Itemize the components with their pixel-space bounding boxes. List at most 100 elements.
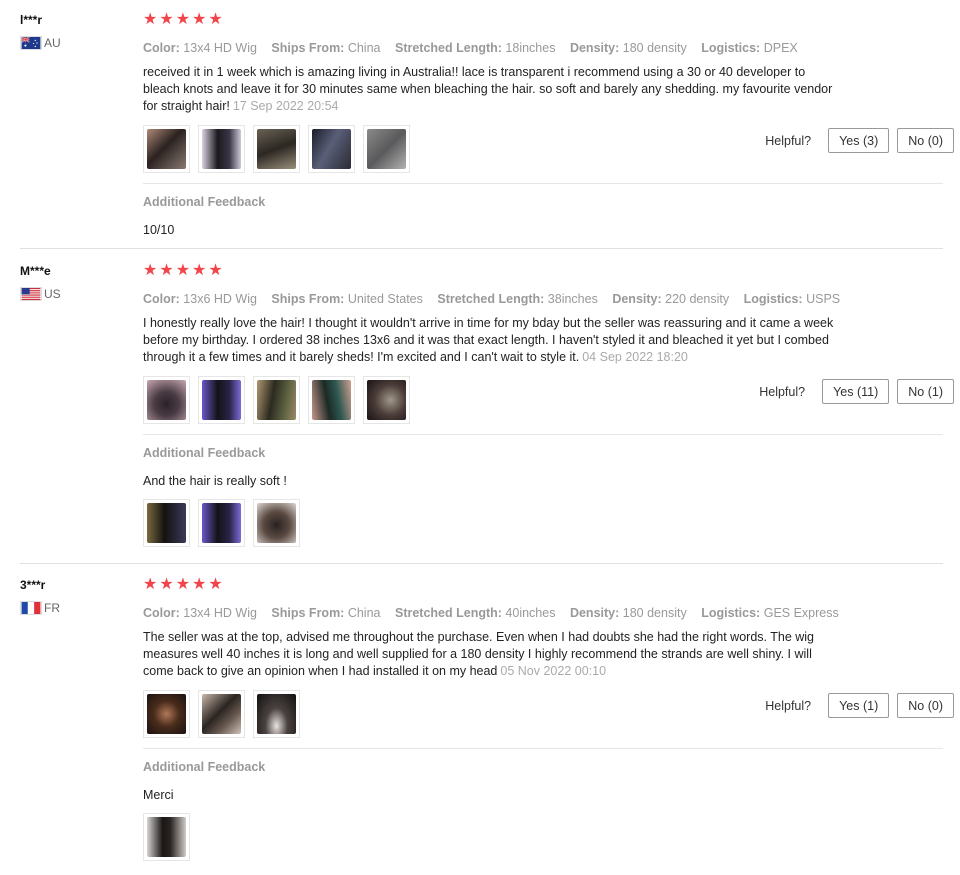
section-divider — [143, 183, 943, 184]
country-code: US — [44, 287, 61, 301]
review-photo-thumbnail[interactable] — [363, 125, 410, 173]
review-photo-thumbnail[interactable] — [253, 690, 300, 738]
review-item: l***r AU ★ ★ ★ ★ ★ Color: 13x4 HD Wig Ships … — [0, 12, 960, 248]
reviewer-name: l***r — [20, 13, 43, 27]
helpful-vote: Helpful? Yes (1) No (0) — [765, 693, 954, 718]
color-value: 13x6 HD Wig — [183, 292, 257, 306]
review-text: The seller was at the top, advised me th… — [143, 629, 843, 680]
additional-feedback-text: And the hair is really soft ! — [143, 474, 287, 488]
country-code: AU — [44, 36, 61, 50]
review-photo-thumbnail[interactable] — [143, 499, 190, 547]
star-icon: ★ — [143, 262, 158, 279]
review-date: 04 Sep 2022 18:20 — [582, 350, 688, 364]
helpful-vote: Helpful? Yes (11) No (1) — [759, 379, 954, 404]
section-divider — [143, 434, 943, 435]
product-attributes: Color: 13x4 HD Wig Ships From: China Str… — [143, 41, 943, 55]
logistics-label: Logistics: — [701, 41, 761, 55]
review-date: 05 Nov 2022 00:10 — [500, 664, 607, 678]
helpful-no-button[interactable]: No (0) — [897, 693, 954, 718]
length-value: 40inches — [505, 606, 556, 620]
product-attributes: Color: 13x4 HD Wig Ships From: China Str… — [143, 606, 943, 620]
review-item: 3***r FR ★ ★ ★ ★ ★ Color: 13x4 HD Wig Ships … — [0, 577, 960, 867]
logistics-label: Logistics: — [743, 292, 803, 306]
review-item: M***e US ★ ★ ★ ★ ★ Color: 13x6 HD Wig Ships … — [0, 263, 960, 563]
helpful-label: Helpful? — [765, 698, 812, 713]
additional-feedback-title: Additional Feedback — [143, 760, 266, 774]
review-photo-thumbnail[interactable] — [253, 125, 300, 173]
reviewer-name: 3***r — [20, 578, 46, 592]
density-label: Density: — [569, 606, 620, 620]
review-photo-thumbnail[interactable] — [198, 499, 245, 547]
helpful-vote: Helpful? Yes (3) No (0) — [765, 128, 954, 153]
review-photo-thumbnail[interactable] — [308, 125, 355, 173]
reviewer-info: l***r AU — [20, 12, 130, 50]
review-text: received it in 1 week which is amazing l… — [143, 64, 843, 115]
additional-feedback-title: Additional Feedback — [143, 446, 266, 460]
ships-from-value: China — [347, 606, 381, 620]
additional-feedback-text: Merci — [143, 788, 174, 802]
color-label: Color: — [143, 292, 180, 306]
star-icon: ★ — [175, 11, 191, 28]
review-text-body: The seller was at the top, advised me th… — [143, 630, 815, 678]
star-rating: ★ ★ ★ ★ ★ — [143, 577, 943, 595]
review-photo-thumbnail[interactable] — [143, 690, 190, 738]
us-flag-icon — [20, 287, 42, 301]
length-value: 38inches — [547, 292, 598, 306]
review-photo-thumbnail[interactable] — [363, 376, 410, 424]
review-date: 17 Sep 2022 20:54 — [232, 99, 339, 113]
review-photo-thumbnail[interactable] — [143, 125, 190, 173]
density-value: 180 density — [622, 41, 687, 55]
review-text: I honestly really love the hair! I thoug… — [143, 315, 843, 366]
length-label: Stretched Length: — [394, 606, 502, 620]
review-photo-thumbnail[interactable] — [198, 125, 245, 173]
review-photo-thumbnail[interactable] — [198, 376, 245, 424]
ships-from-label: Ships From: — [271, 41, 345, 55]
star-icon: ★ — [159, 576, 174, 593]
star-icon: ★ — [192, 262, 207, 279]
length-label: Stretched Length: — [394, 41, 502, 55]
ships-from-label: Ships From: — [271, 606, 345, 620]
density-value: 180 density — [622, 606, 687, 620]
star-icon: ★ — [159, 262, 174, 279]
logistics-value: DPEX — [763, 41, 798, 55]
review-photo-thumbnail[interactable] — [198, 690, 245, 738]
reviewer-country: US — [20, 287, 130, 301]
review-photo-thumbnail[interactable] — [143, 376, 190, 424]
star-icon: ★ — [208, 262, 223, 279]
france-flag-icon — [20, 601, 42, 615]
star-icon: ★ — [175, 576, 191, 593]
australia-flag-icon — [20, 36, 42, 50]
ships-from-label: Ships From: — [271, 292, 345, 306]
review-photo-thumbnail[interactable] — [253, 499, 300, 547]
density-label: Density: — [612, 292, 662, 306]
density-value: 220 density — [665, 292, 730, 306]
helpful-yes-button[interactable]: Yes (3) — [828, 128, 890, 153]
color-label: Color: — [143, 606, 180, 620]
star-icon: ★ — [192, 11, 207, 28]
star-rating: ★ ★ ★ ★ ★ — [143, 263, 943, 281]
reviewer-info: 3***r FR — [20, 577, 130, 615]
reviewer-country: FR — [20, 601, 130, 615]
length-label: Stretched Length: — [437, 292, 545, 306]
color-value: 13x4 HD Wig — [183, 41, 257, 55]
color-value: 13x4 HD Wig — [183, 606, 257, 620]
additional-feedback-title: Additional Feedback — [143, 195, 266, 209]
reviewer-name: M***e — [20, 264, 51, 278]
review-divider — [20, 248, 943, 249]
review-photo-thumbnail[interactable] — [308, 376, 355, 424]
ships-from-value: China — [347, 41, 381, 55]
star-icon: ★ — [208, 11, 223, 28]
helpful-yes-button[interactable]: Yes (1) — [828, 693, 890, 718]
country-code: FR — [44, 601, 60, 615]
section-divider — [143, 748, 943, 749]
density-label: Density: — [569, 41, 620, 55]
helpful-no-button[interactable]: No (1) — [897, 379, 954, 404]
helpful-no-button[interactable]: No (0) — [897, 128, 954, 153]
review-photo-thumbnail[interactable] — [253, 376, 300, 424]
review-photo-thumbnail[interactable] — [143, 813, 190, 861]
helpful-yes-button[interactable]: Yes (11) — [822, 379, 890, 404]
reviewer-info: M***e US — [20, 263, 130, 301]
product-attributes: Color: 13x6 HD Wig Ships From: United St… — [143, 292, 943, 306]
helpful-label: Helpful? — [759, 384, 806, 399]
color-label: Color: — [143, 41, 180, 55]
